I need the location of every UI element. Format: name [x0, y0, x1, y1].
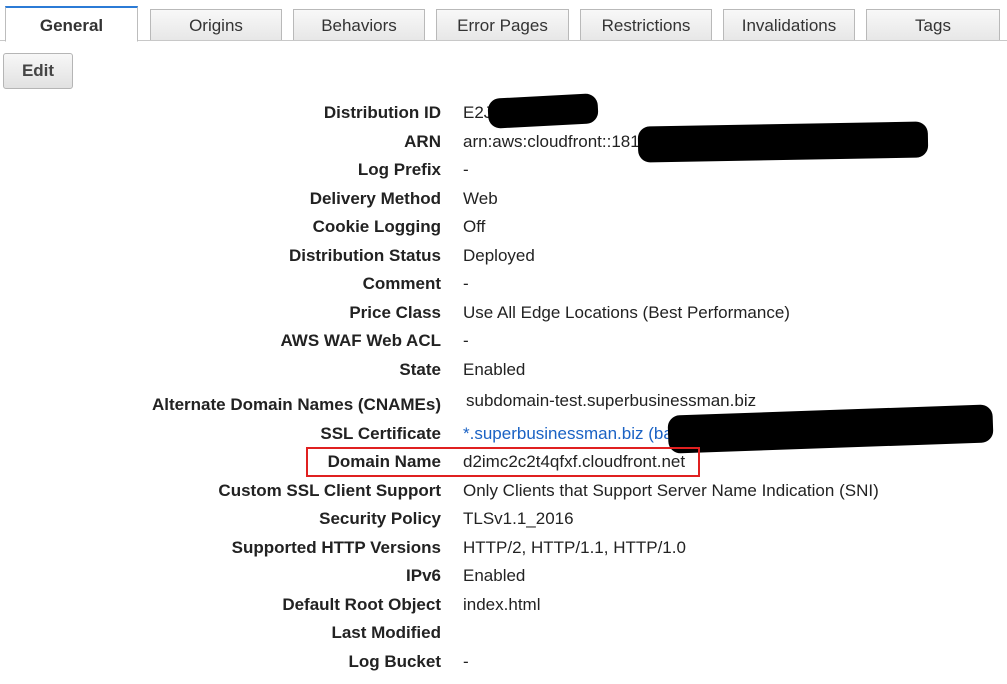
detail-label: AWS WAF Web ACL [280, 331, 441, 350]
detail-label: Security Policy [319, 509, 441, 528]
detail-label: IPv6 [406, 566, 441, 585]
detail-label: Distribution ID [323, 103, 441, 122]
detail-row-custom-ssl: Custom SSL Client Support Only Clients t… [0, 479, 1007, 503]
cookie-logging-value: Off [463, 217, 486, 236]
tab-restrictions[interactable]: Restrictions [580, 9, 712, 40]
detail-row-log-bucket: Log Bucket - [0, 650, 1007, 674]
delivery-method-value: Web [463, 189, 498, 208]
tab-error-pages[interactable]: Error Pages [436, 9, 569, 40]
comment-value: - [463, 274, 469, 293]
detail-row-http-versions: Supported HTTP Versions HTTP/2, HTTP/1.1… [0, 536, 1007, 560]
tab-general[interactable]: General [5, 6, 138, 42]
detail-label: SSL Certificate [320, 424, 441, 443]
log-bucket-value: - [463, 652, 469, 671]
detail-label: Price Class [349, 303, 441, 322]
detail-row-distribution-status: Distribution Status Deployed [0, 244, 1007, 268]
default-root-value: index.html [463, 595, 541, 614]
detail-row-cookie-logging: Cookie Logging Off [0, 215, 1007, 239]
redaction-mark [487, 93, 599, 129]
http-versions-value: HTTP/2, HTTP/1.1, HTTP/1.0 [463, 538, 686, 557]
detail-label: Cookie Logging [312, 217, 441, 236]
detail-row-default-root: Default Root Object index.html [0, 593, 1007, 617]
state-value: Enabled [463, 360, 526, 379]
detail-row-waf-acl: AWS WAF Web ACL - [0, 329, 1007, 353]
security-policy-value: TLSv1.1_2016 [463, 509, 574, 528]
detail-row-state: State Enabled [0, 358, 1007, 382]
tab-behaviors[interactable]: Behaviors [293, 9, 425, 40]
detail-row-price-class: Price Class Use All Edge Locations (Best… [0, 301, 1007, 325]
tab-bar: General Origins Behaviors Error Pages Re… [0, 0, 1007, 42]
ipv6-value: Enabled [463, 566, 526, 585]
detail-label: State [399, 360, 441, 379]
detail-row-comment: Comment - [0, 272, 1007, 296]
detail-label: Log Bucket [348, 652, 441, 671]
detail-label: Custom SSL Client Support [218, 481, 441, 500]
detail-row-delivery-method: Delivery Method Web [0, 187, 1007, 211]
cnames-value: subdomain-test.superbusinessman.biz [466, 391, 757, 410]
custom-ssl-value: Only Clients that Support Server Name In… [463, 481, 879, 500]
detail-label: Last Modified [331, 623, 441, 642]
tab-origins[interactable]: Origins [150, 9, 282, 40]
domain-name-highlight [306, 447, 700, 477]
redaction-mark [637, 121, 929, 163]
detail-label: Log Prefix [357, 160, 441, 179]
detail-label: Default Root Object [282, 595, 441, 614]
detail-label: ARN [404, 132, 441, 151]
detail-row-log-prefix: Log Prefix - [0, 158, 1007, 182]
edit-button[interactable]: Edit [3, 53, 73, 89]
detail-label: Delivery Method [309, 189, 441, 208]
detail-row-last-modified: Last Modified [0, 621, 1007, 645]
detail-label: Supported HTTP Versions [231, 538, 441, 557]
detail-row-ipv6: IPv6 Enabled [0, 564, 1007, 588]
ssl-certificate-link[interactable]: *.superbusinessman.biz (ba [463, 422, 673, 446]
tab-invalidations[interactable]: Invalidations [723, 9, 855, 40]
detail-label: Alternate Domain Names (CNAMEs) [151, 395, 441, 414]
price-class-value: Use All Edge Locations (Best Performance… [463, 303, 790, 322]
detail-label: Comment [362, 274, 441, 293]
waf-acl-value: - [463, 331, 469, 350]
tab-tags[interactable]: Tags [866, 9, 1000, 40]
distribution-status-value: Deployed [463, 246, 535, 265]
detail-label: Distribution Status [288, 246, 441, 265]
detail-row-security-policy: Security Policy TLSv1.1_2016 [0, 507, 1007, 531]
log-prefix-value: - [463, 160, 469, 179]
